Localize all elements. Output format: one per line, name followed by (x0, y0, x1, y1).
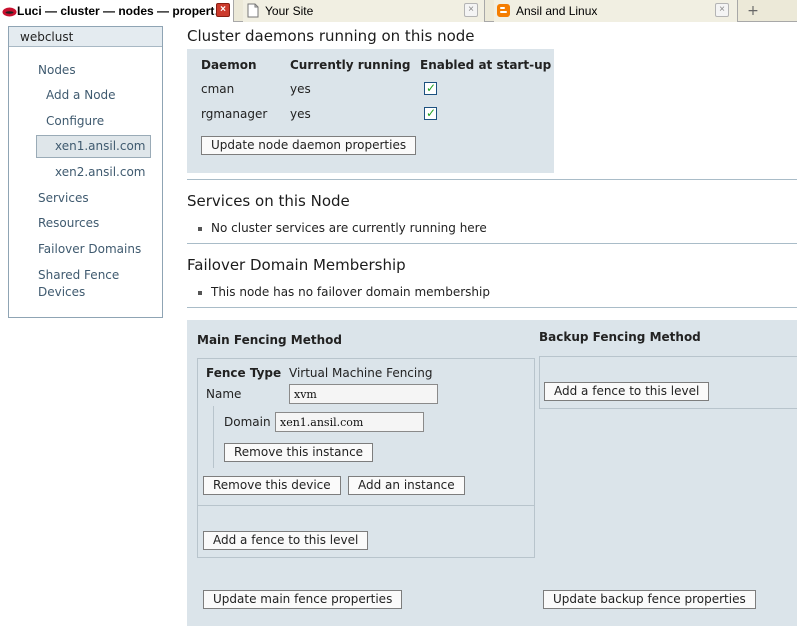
browser-tab-bar: Luci — cluster — nodes — propert… × Your… (0, 0, 797, 22)
close-tab-icon[interactable]: × (464, 3, 478, 17)
tab-luci[interactable]: Luci — cluster — nodes — propert… × (0, 0, 234, 22)
column-header-enabled: Enabled at start-up (420, 58, 552, 72)
divider (187, 179, 797, 180)
daemon-name: cman (201, 82, 235, 96)
fence-name-input[interactable] (289, 384, 438, 404)
domain-input[interactable] (275, 412, 424, 432)
sidebar-cluster-name[interactable]: webclust (9, 27, 162, 47)
update-daemon-properties-button[interactable]: Update node daemon properties (201, 136, 417, 155)
services-message-text: No cluster services are currently runnin… (211, 221, 487, 235)
divider (187, 307, 797, 308)
new-tab-button[interactable]: + (743, 3, 763, 19)
fence-name-label: Name (206, 387, 242, 401)
column-header-daemon: Daemon (201, 58, 257, 72)
sidebar-item-shared-fence[interactable]: Shared Fence (38, 268, 119, 282)
failover-heading: Failover Domain Membership (187, 256, 406, 274)
blogger-icon (497, 4, 510, 17)
sidebar-item-shared-fence-devices[interactable]: Devices (38, 285, 85, 299)
daemons-panel: Daemon Currently running Enabled at star… (187, 49, 554, 173)
instance-indent-line (213, 406, 214, 468)
backup-fencing-title: Backup Fencing Method (539, 330, 701, 344)
divider (187, 243, 797, 244)
daemons-heading: Cluster daemons running on this node (187, 27, 475, 45)
add-fence-backup-button[interactable]: Add a fence to this level (544, 382, 710, 401)
daemon-name: rgmanager (201, 107, 268, 121)
close-tab-icon[interactable]: × (715, 3, 729, 17)
enabled-checkbox-cman[interactable] (424, 81, 437, 95)
tab-ansil-and-linux[interactable]: Ansil and Linux × (494, 0, 738, 22)
main-fencing-title: Main Fencing Method (197, 333, 342, 347)
close-tab-icon[interactable]: × (216, 3, 230, 17)
tab-title: Ansil and Linux (516, 4, 598, 18)
sidebar-item-xen1[interactable]: xen1.ansil.com (55, 139, 146, 153)
sidebar-item-resources[interactable]: Resources (38, 216, 99, 230)
redhat-icon (2, 7, 17, 17)
remove-instance-button[interactable]: Remove this instance (224, 443, 374, 462)
sidebar-item-failover-domains[interactable]: Failover Domains (38, 242, 141, 256)
page-icon (247, 3, 259, 18)
add-fence-main-button[interactable]: Add a fence to this level (203, 531, 369, 550)
failover-message-text: This node has no failover domain members… (211, 285, 490, 299)
daemon-running: yes (290, 82, 311, 96)
failover-message: This node has no failover domain members… (198, 285, 490, 299)
fence-type-value: Virtual Machine Fencing (289, 366, 433, 380)
divider (197, 505, 535, 506)
update-backup-fence-button[interactable]: Update backup fence properties (543, 590, 756, 609)
fencing-panel: Main Fencing Method Backup Fencing Metho… (187, 320, 797, 626)
services-message: No cluster services are currently runnin… (198, 221, 487, 235)
sidebar-item-configure[interactable]: Configure (46, 114, 104, 128)
cluster-sidebar: webclust Nodes Add a Node Configure xen1… (8, 26, 163, 318)
tab-title: Luci — cluster — nodes — propert… (17, 4, 227, 18)
domain-label: Domain (224, 415, 271, 429)
update-main-fence-button[interactable]: Update main fence properties (203, 590, 403, 609)
sidebar-item-services[interactable]: Services (38, 191, 89, 205)
services-heading: Services on this Node (187, 192, 350, 210)
column-header-running: Currently running (290, 58, 411, 72)
remove-device-button[interactable]: Remove this device (203, 476, 341, 495)
daemon-running: yes (290, 107, 311, 121)
sidebar-item-add-node[interactable]: Add a Node (46, 88, 116, 102)
tab-your-site[interactable]: Your Site × (243, 0, 485, 22)
enabled-checkbox-rgmanager[interactable] (424, 106, 437, 120)
sidebar-item-xen2[interactable]: xen2.ansil.com (55, 165, 146, 179)
fence-type-label: Fence Type (206, 366, 282, 380)
add-instance-button[interactable]: Add an instance (348, 476, 465, 495)
sidebar-item-nodes[interactable]: Nodes (38, 63, 76, 77)
tab-title: Your Site (265, 4, 314, 18)
